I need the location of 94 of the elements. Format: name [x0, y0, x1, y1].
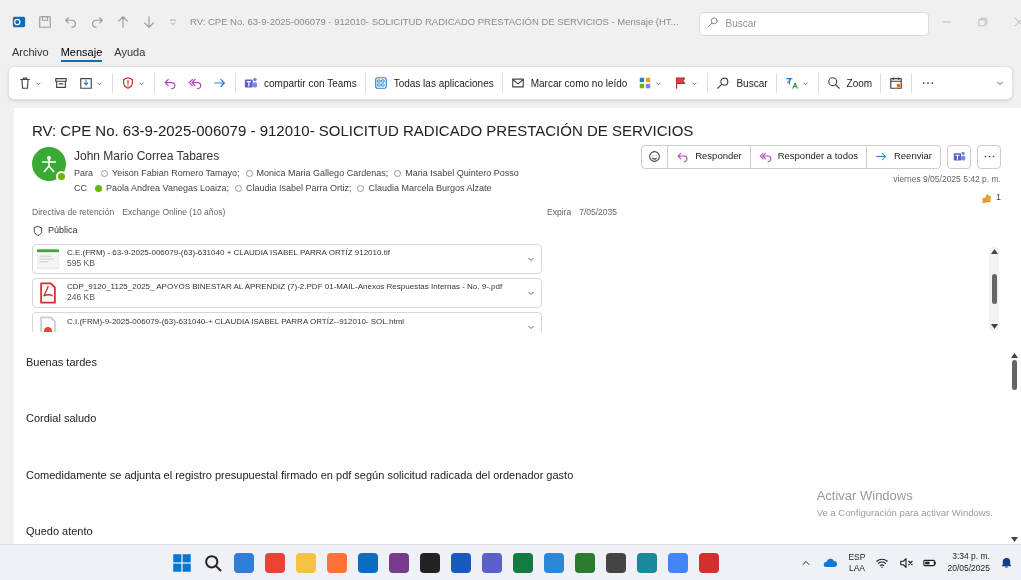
attachment-name: C.I.(FRM)-9-2025-006079-(63)-631040-+ CLAUDIA ISABEL PARRA ORTÍZ--912010- SOL.html	[67, 316, 406, 327]
attachment-card[interactable]: C.E.(FRM) - 63-9-2025-006079-(63)-631040 + CLAUDIA ISABEL PARRA ORTÍZ 912010.tif 595 KB	[32, 243, 542, 274]
app-icon[interactable]	[389, 552, 409, 573]
scroll-up-icon[interactable]	[990, 248, 998, 254]
shield-icon	[32, 225, 44, 237]
scroll-up-icon[interactable]	[1010, 352, 1018, 358]
search-field[interactable]: Buscar	[698, 11, 929, 36]
reply-icon	[676, 150, 690, 163]
attachment-card[interactable]: CDP_9120_1125_2025_ APOYOS BINESTAR AL APRENDIZ (7)-2.PDF 01-MAIL-Anexos Respuestas Internas - No. 9-.pdf 246 KB	[32, 277, 542, 308]
retention-label: Directiva de retención	[32, 205, 115, 219]
menu-tab[interactable]: Ayuda	[114, 43, 146, 63]
attachments-scrollbar[interactable]	[989, 246, 999, 331]
people-icon	[244, 76, 258, 90]
smiley-icon	[648, 150, 662, 163]
menu-tab[interactable]: Mensaje	[60, 43, 103, 63]
reaction-count: 1	[996, 191, 1001, 205]
recipient-name[interactable]: Claudia Isabel Parra Ortiz;	[245, 182, 352, 196]
up-arrow-icon[interactable]	[116, 15, 130, 29]
body-paragraph: Quedo atento	[26, 524, 93, 539]
recipient-name[interactable]: Maria Isabel Quintero Posso	[405, 166, 519, 180]
web-file-icon	[37, 315, 59, 332]
reply-icon	[163, 76, 177, 90]
activation-text: Ve a Configuración para activar Windows.	[816, 505, 993, 520]
body-paragraph: Cordial saludo	[26, 411, 97, 426]
search-icon[interactable]	[203, 552, 223, 573]
scroll-down-icon[interactable]	[990, 323, 998, 329]
sender-name: John Mario Correa Tabares	[74, 147, 221, 165]
search-icon	[716, 76, 731, 90]
forward-icon	[874, 150, 888, 163]
translate-icon	[784, 76, 799, 90]
body-scrollbar[interactable]	[1009, 350, 1019, 544]
toolbar-button[interactable]: Zoom	[823, 75, 876, 91]
speaker-muted-icon[interactable]	[899, 555, 914, 570]
shield-icon	[121, 76, 135, 90]
activation-title: Activar Windows	[816, 487, 914, 506]
scrollbar-thumb[interactable]	[1011, 359, 1017, 390]
toolbar-button[interactable]: Buscar	[713, 75, 771, 91]
attachment-name: C.E.(FRM) - 63-9-2025-006079-(63)-631040 + CLAUDIA ISABEL PARRA ORTÍZ 912010.tif	[67, 248, 391, 259]
teams-button[interactable]	[947, 144, 971, 169]
recipient-name[interactable]: Monica Maria Gallego Cardenas;	[256, 166, 389, 180]
reply-all-icon	[188, 76, 202, 90]
zoom-icon	[826, 76, 841, 90]
retention-value: Exchange Online (10 años)	[122, 205, 226, 219]
attachment-size: 246 KB	[67, 292, 96, 304]
archive-icon	[54, 76, 68, 90]
recipient-label: CC	[74, 182, 87, 195]
presence-badge	[56, 170, 67, 182]
app-icon[interactable]	[606, 552, 626, 573]
toolbar-button[interactable]: Todas las aplicaciones	[370, 75, 497, 91]
message-action-button[interactable]: Reenviar	[866, 145, 940, 168]
trash-icon	[18, 76, 32, 90]
clock-time[interactable]: 3:34 p. m.	[952, 551, 990, 563]
menu-tab[interactable]: Archivo	[12, 43, 49, 63]
thumbs-up-icon	[981, 192, 992, 204]
windows-logo-icon[interactable]	[172, 552, 192, 573]
attachment-size: 595 KB	[67, 258, 96, 270]
message-subject: RV: CPE No. 63-9-2025-006079 - 912010- SOLICITUD RADICADO PRESTACIÓN DE SERVICIOS	[32, 121, 694, 141]
save-icon[interactable]	[38, 15, 52, 29]
search-icon	[706, 16, 719, 28]
clock-date[interactable]: 20/05/2025	[947, 562, 990, 574]
mail-app-icon	[12, 15, 26, 29]
attachment-name: CDP_9120_1125_2025_ APOYOS BINESTAR AL APRENDIZ (7)-2.PDF 01-MAIL-Anexos Respuestas Internas - No. 9-.pdf	[67, 282, 504, 293]
body-paragraph: Comedidamente se adjunta el registro presupuestal firmado en pdf según solicitud radicada del ordenador gasto	[26, 467, 574, 483]
move-to-folder-icon	[79, 76, 93, 90]
forward-icon	[213, 76, 227, 90]
language-indicator[interactable]: ESP	[848, 552, 866, 563]
calendar-icon	[889, 76, 904, 90]
app-icon[interactable]	[420, 552, 440, 573]
color-grid-icon	[638, 76, 653, 90]
apps-grid-icon	[373, 76, 388, 90]
expires-value: 7/05/2035	[579, 205, 617, 219]
sensitivity-label: Pública	[48, 224, 78, 238]
body-paragraph: Buenas tardes	[26, 354, 97, 370]
scrollbar-thumb[interactable]	[991, 273, 997, 304]
image-thumbnail-icon	[37, 247, 59, 270]
window-title: RV: CPE No. 63-9-2025-006079 - 912010- SOLICITUD RADICADO PRESTACIÓN DE SERVICIOS - Mensaje (HT...	[190, 14, 679, 29]
recipient-label: Para	[74, 166, 93, 180]
attachment-card[interactable]: C.I.(FRM)-9-2025-006079-(63)-631040-+ CLAUDIA ISABEL PARRA ORTÍZ--912010- SOL.html	[32, 311, 542, 332]
reply-all-icon	[758, 150, 772, 163]
recipient-name[interactable]: Claudia Marcela Burgos Alzate	[368, 182, 492, 196]
recipient-name[interactable]: Yeison Fabian Romero Tamayo;	[112, 166, 240, 180]
pdf-file-icon	[37, 281, 59, 304]
envelope-icon	[510, 76, 525, 90]
expires-label: Expira	[547, 205, 572, 219]
people-icon	[952, 150, 966, 163]
message-action-button[interactable]: Responder a todos	[750, 145, 867, 168]
scroll-down-icon[interactable]	[1010, 537, 1018, 542]
toolbar-button[interactable]: Marcar como no leído	[507, 75, 631, 91]
toolbar-button[interactable]: compartir con Teams	[241, 75, 360, 91]
message-date: viernes 9/05/2025 5:42 p. m.	[893, 172, 1001, 186]
recipient-name[interactable]: Paola Andrea Vanegas Loaiza;	[106, 182, 229, 196]
keyboard-layout-indicator[interactable]: LAA	[848, 562, 865, 573]
bell-icon[interactable]	[1000, 556, 1013, 569]
message-action-button[interactable]: Responder	[668, 145, 751, 168]
